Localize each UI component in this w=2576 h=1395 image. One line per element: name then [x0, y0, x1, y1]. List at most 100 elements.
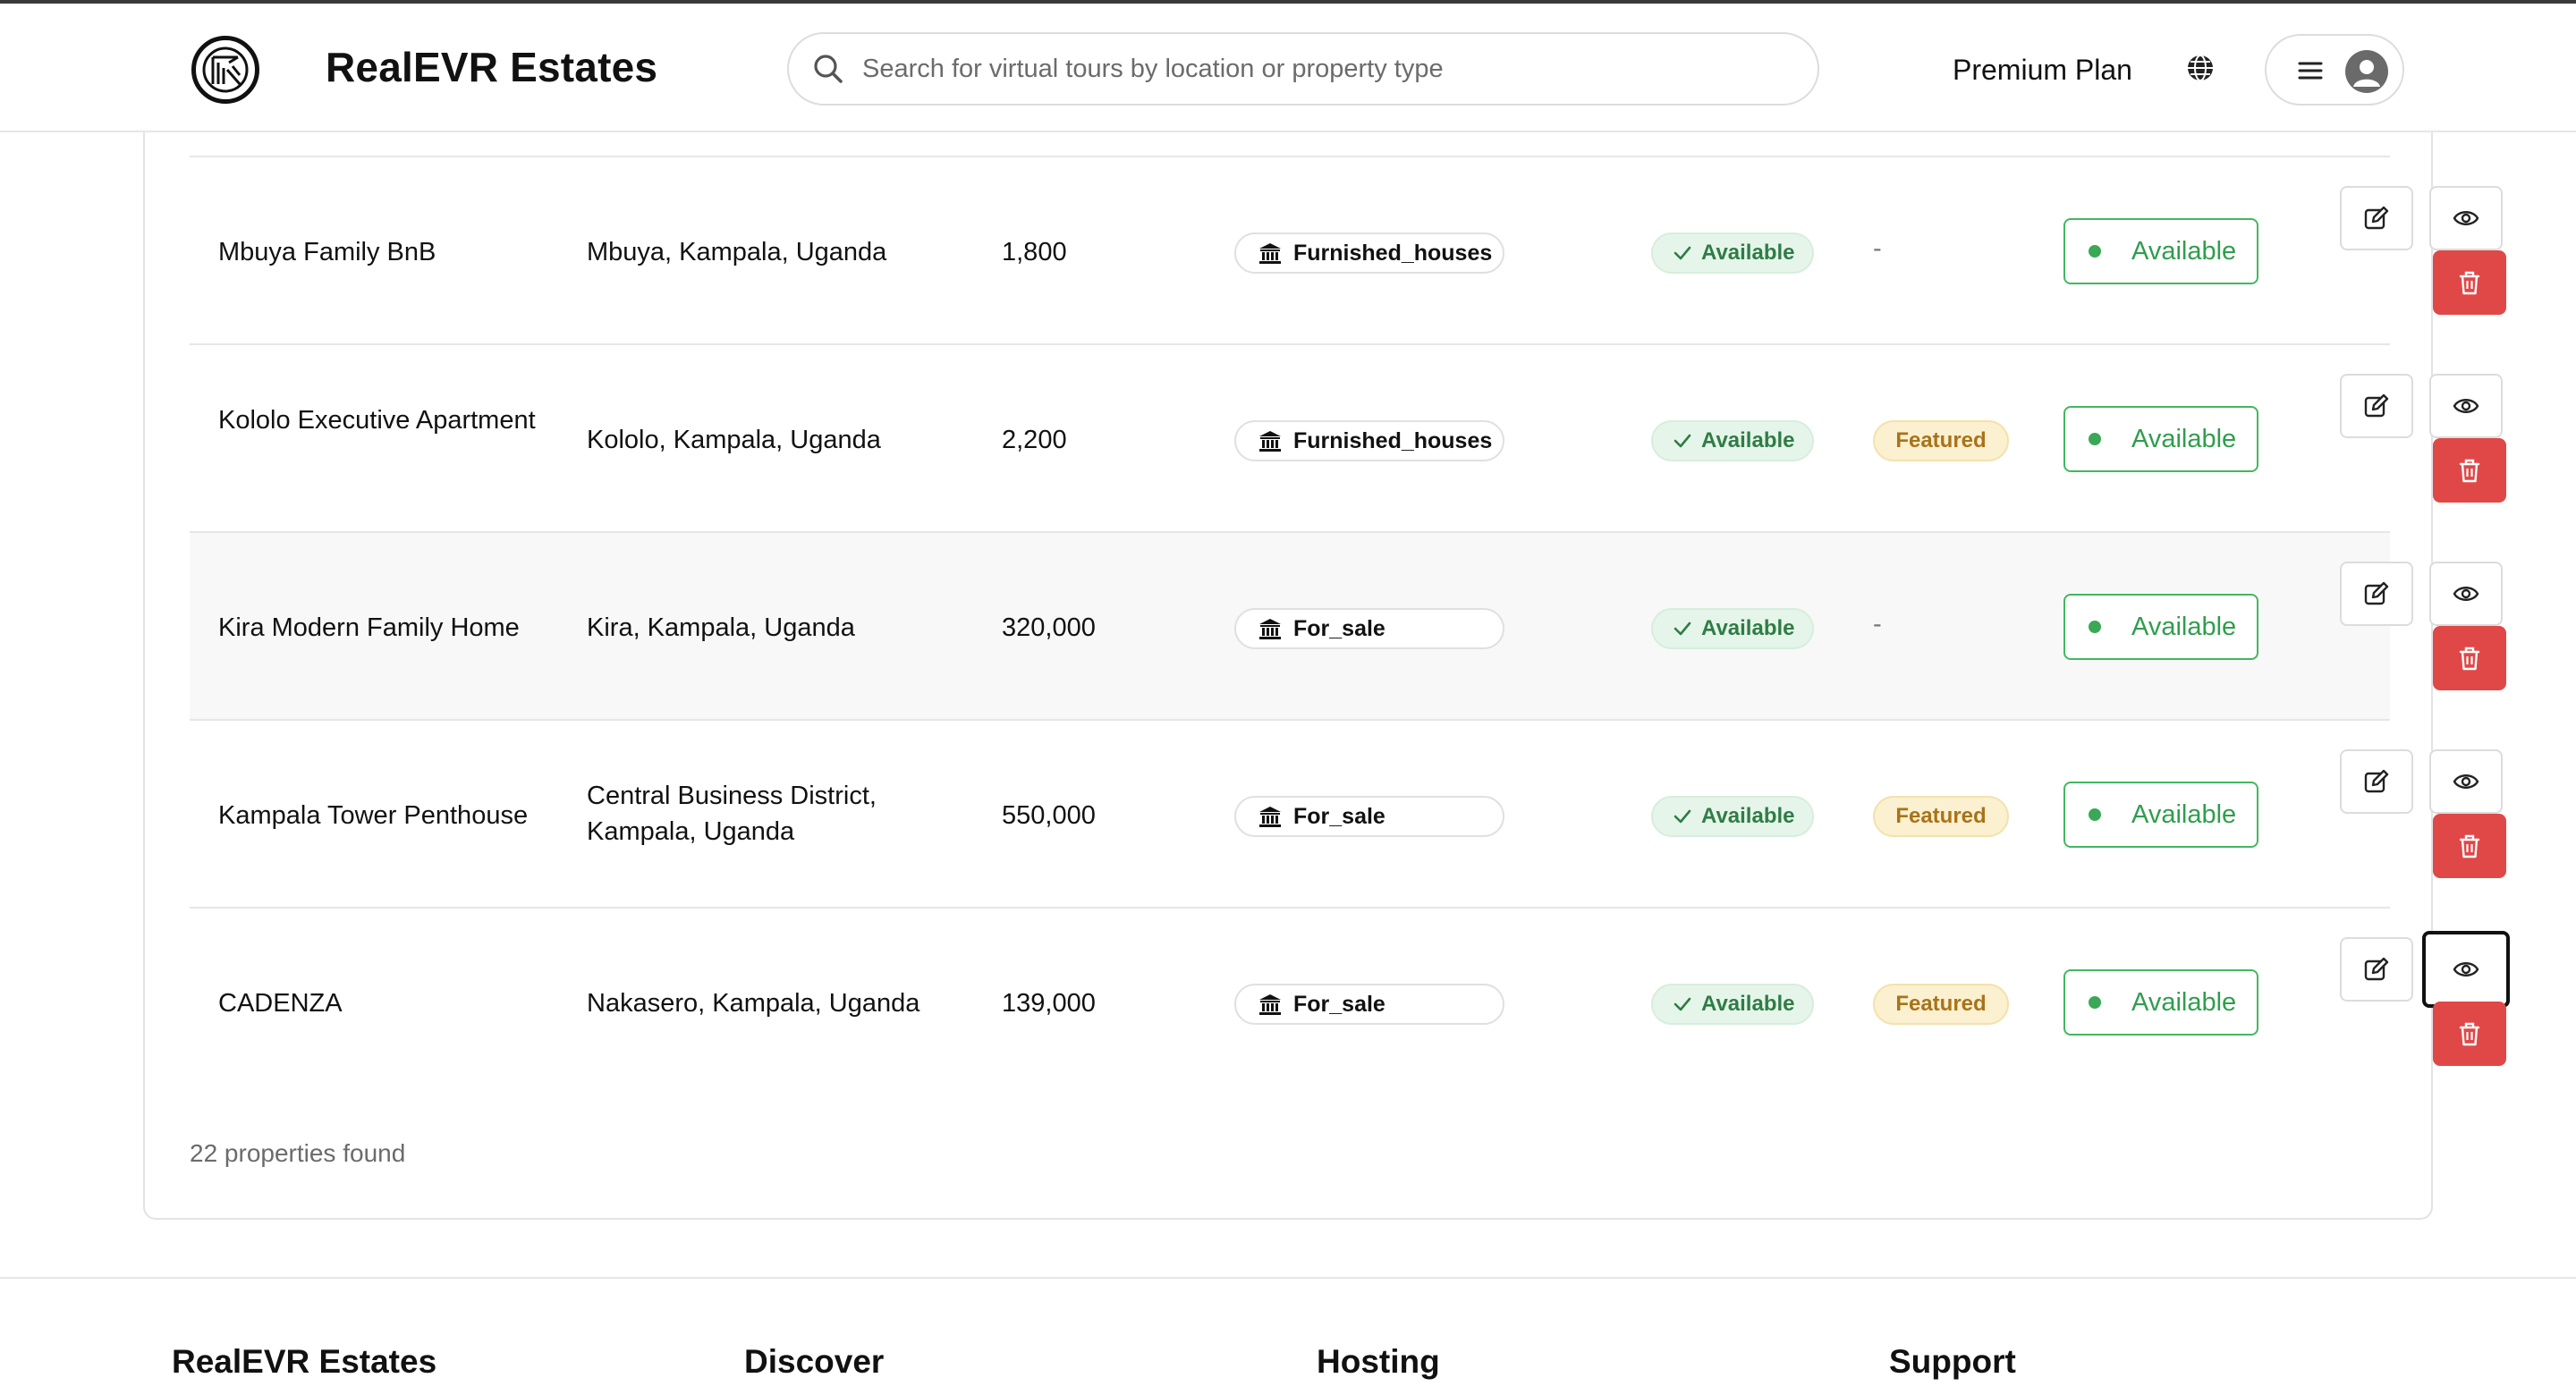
eye-icon — [2453, 962, 2479, 976]
search-input[interactable] — [862, 34, 1792, 104]
property-price: 139,000 — [1002, 989, 1096, 1018]
view-button[interactable] — [2422, 931, 2510, 1008]
delete-button[interactable] — [2433, 1002, 2506, 1066]
view-button[interactable] — [2429, 186, 2503, 250]
status-toggle-button[interactable]: Available — [2063, 218, 2258, 284]
edit-icon — [2364, 769, 2389, 793]
footer-heading-brand: RealEVR Estates — [172, 1343, 437, 1380]
properties-table-card: Mbuya Family BnB Mbuya, Kampala, Uganda … — [143, 132, 2510, 1220]
property-location: Central Business District, Kampala, Ugan… — [587, 782, 877, 846]
eye-icon — [2453, 774, 2479, 789]
property-location: Kira, Kampala, Uganda — [587, 613, 855, 642]
trash-icon — [2459, 459, 2480, 483]
footer-heading-support: Support — [1889, 1343, 2016, 1380]
bank-icon — [1259, 994, 1281, 1015]
check-icon — [1674, 621, 1691, 636]
bank-icon — [1259, 243, 1281, 264]
status-toggle-button[interactable]: Available — [2063, 969, 2258, 1036]
status-label: Available — [2131, 799, 2237, 829]
property-location: Mbuya, Kampala, Uganda — [587, 238, 887, 266]
brand-name[interactable]: RealEVR Estates — [326, 43, 657, 91]
delete-button[interactable] — [2433, 438, 2506, 503]
status-dot-icon — [2089, 621, 2101, 633]
user-menu-button[interactable] — [2265, 34, 2404, 106]
search-icon — [814, 55, 843, 83]
avatar-icon — [2345, 50, 2388, 93]
edit-icon — [2364, 393, 2389, 418]
view-button[interactable] — [2429, 749, 2503, 814]
property-name: Kololo Executive Apartment — [218, 406, 536, 435]
results-count: 22 properties found — [190, 1139, 406, 1167]
site-header: RealEVR Estates Premium Plan — [0, 4, 2576, 132]
trash-icon — [2459, 834, 2480, 858]
edit-button[interactable] — [2340, 562, 2413, 626]
availability-badge: Available — [1651, 232, 1814, 274]
property-type-badge: For_sale — [1234, 984, 1504, 1025]
status-dot-icon — [2089, 433, 2101, 445]
property-type-label: For_sale — [1293, 615, 1385, 641]
featured-empty: - — [1873, 610, 1882, 638]
status-dot-icon — [2089, 996, 2101, 1009]
edit-button[interactable] — [2340, 186, 2413, 250]
search-bar[interactable] — [787, 32, 1819, 106]
trash-icon — [2459, 1022, 2480, 1046]
featured-badge: Featured — [1873, 796, 2009, 837]
property-type-label: Furnished_houses — [1293, 240, 1493, 266]
status-label: Available — [2131, 424, 2237, 453]
property-price: 1,800 — [1002, 238, 1067, 266]
view-button[interactable] — [2429, 374, 2503, 438]
view-button[interactable] — [2429, 562, 2503, 626]
property-type-badge: Furnished_houses — [1234, 420, 1504, 461]
status-label: Available — [2131, 612, 2237, 641]
brand-logo[interactable] — [191, 36, 259, 104]
edit-button[interactable] — [2340, 749, 2413, 814]
footer-heading-hosting: Hosting — [1317, 1343, 1440, 1380]
logo-mark-icon — [202, 46, 249, 93]
eye-icon — [2453, 399, 2479, 413]
availability-label: Available — [1701, 992, 1795, 1016]
globe-icon[interactable] — [2184, 52, 2216, 84]
status-dot-icon — [2089, 808, 2101, 821]
property-type-badge: For_sale — [1234, 796, 1504, 837]
edit-button[interactable] — [2340, 937, 2413, 1002]
property-type-badge: For_sale — [1234, 608, 1504, 649]
availability-badge: Available — [1651, 608, 1814, 649]
edit-button[interactable] — [2340, 374, 2413, 438]
availability-badge: Available — [1651, 796, 1814, 837]
check-icon — [1674, 997, 1691, 1011]
edit-icon — [2364, 957, 2389, 981]
bank-icon — [1259, 807, 1281, 827]
footer-heading-discover: Discover — [744, 1343, 885, 1380]
status-toggle-button[interactable]: Available — [2063, 406, 2258, 472]
delete-button[interactable] — [2433, 626, 2506, 690]
status-label: Available — [2131, 987, 2237, 1017]
property-name: CADENZA — [218, 989, 343, 1018]
eye-icon — [2453, 587, 2479, 601]
availability-badge: Available — [1651, 420, 1814, 461]
property-name: Kira Modern Family Home — [218, 613, 520, 642]
delete-button[interactable] — [2433, 250, 2506, 315]
property-name: Kampala Tower Penthouse — [218, 801, 529, 830]
table-row: Mbuya Family BnB Mbuya, Kampala, Uganda … — [190, 156, 2506, 343]
property-type-badge: Furnished_houses — [1234, 232, 1504, 274]
table-row: CADENZA Nakasero, Kampala, Uganda 139,00… — [190, 907, 2510, 1095]
featured-empty: - — [1873, 234, 1882, 263]
premium-plan-link[interactable]: Premium Plan — [1953, 54, 2132, 87]
property-price: 550,000 — [1002, 801, 1096, 830]
property-type-label: For_sale — [1293, 803, 1385, 829]
delete-button[interactable] — [2433, 814, 2506, 878]
trash-icon — [2459, 647, 2480, 671]
featured-badge: Featured — [1873, 420, 2009, 461]
property-type-label: Furnished_houses — [1293, 427, 1493, 453]
check-icon — [1674, 246, 1691, 260]
property-price: 320,000 — [1002, 613, 1096, 642]
edit-icon — [2364, 581, 2389, 605]
status-toggle-button[interactable]: Available — [2063, 782, 2258, 848]
property-price: 2,200 — [1002, 426, 1067, 454]
featured-badge: Featured — [1873, 984, 2009, 1025]
status-toggle-button[interactable]: Available — [2063, 594, 2258, 660]
trash-icon — [2459, 271, 2480, 295]
property-type-label: For_sale — [1293, 991, 1385, 1017]
property-name: Mbuya Family BnB — [218, 238, 436, 266]
property-location: Nakasero, Kampala, Uganda — [587, 989, 920, 1018]
